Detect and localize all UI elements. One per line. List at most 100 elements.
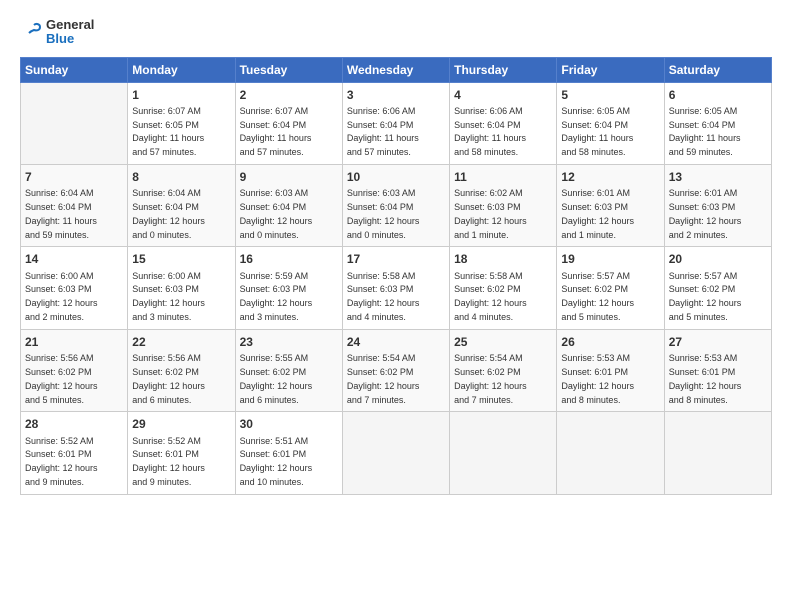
day-info-line: Daylight: 12 hours xyxy=(561,298,634,308)
day-info-line: Sunrise: 5:52 AM xyxy=(132,436,201,446)
day-info-line: Daylight: 12 hours xyxy=(240,298,313,308)
calendar-cell: 23Sunrise: 5:55 AMSunset: 6:02 PMDayligh… xyxy=(235,329,342,411)
day-info-line: Sunset: 6:04 PM xyxy=(25,202,92,212)
day-info-line: and 9 minutes. xyxy=(132,477,191,487)
day-info-line: Sunset: 6:04 PM xyxy=(132,202,199,212)
day-info-line: Sunset: 6:01 PM xyxy=(240,449,307,459)
calendar-cell xyxy=(342,412,449,494)
day-info-line: Sunset: 6:02 PM xyxy=(454,367,521,377)
day-info-line: and 0 minutes. xyxy=(132,230,191,240)
day-info-line: Sunrise: 5:55 AM xyxy=(240,353,309,363)
day-number: 20 xyxy=(669,251,767,267)
day-info-line: Sunrise: 5:57 AM xyxy=(561,271,630,281)
day-info-line: Sunrise: 6:00 AM xyxy=(132,271,201,281)
day-info-line: Sunrise: 6:07 AM xyxy=(240,106,309,116)
calendar-cell: 5Sunrise: 6:05 AMSunset: 6:04 PMDaylight… xyxy=(557,82,664,164)
calendar-cell: 30Sunrise: 5:51 AMSunset: 6:01 PMDayligh… xyxy=(235,412,342,494)
day-info-line: Sunrise: 5:52 AM xyxy=(25,436,94,446)
day-info-line: Sunrise: 5:54 AM xyxy=(454,353,523,363)
day-number: 24 xyxy=(347,334,445,350)
calendar-table: SundayMondayTuesdayWednesdayThursdayFrid… xyxy=(20,57,772,495)
day-number: 26 xyxy=(561,334,659,350)
logo-general-text: General xyxy=(46,18,94,32)
day-info-line: and 8 minutes. xyxy=(669,395,728,405)
day-info-line: Sunset: 6:01 PM xyxy=(669,367,736,377)
calendar-cell: 3Sunrise: 6:06 AMSunset: 6:04 PMDaylight… xyxy=(342,82,449,164)
calendar-cell: 2Sunrise: 6:07 AMSunset: 6:04 PMDaylight… xyxy=(235,82,342,164)
day-info-line: and 59 minutes. xyxy=(669,147,733,157)
day-info-line: Daylight: 12 hours xyxy=(347,381,420,391)
day-info-line: Sunrise: 6:06 AM xyxy=(347,106,416,116)
day-info-line: and 9 minutes. xyxy=(25,477,84,487)
calendar-cell: 16Sunrise: 5:59 AMSunset: 6:03 PMDayligh… xyxy=(235,247,342,329)
day-info-line: and 7 minutes. xyxy=(347,395,406,405)
day-number: 29 xyxy=(132,416,230,432)
calendar-week-5: 28 Sunrise: 5:52 AM Sunset: 6:01 PM Dayligh… xyxy=(21,412,772,494)
day-info-line: Daylight: 12 hours xyxy=(25,381,98,391)
calendar-cell: 8Sunrise: 6:04 AMSunset: 6:04 PMDaylight… xyxy=(128,165,235,247)
day-info-line: Sunset: 6:02 PM xyxy=(347,367,414,377)
day-info-line: and 3 minutes. xyxy=(132,312,191,322)
day-info-line: Daylight: 12 hours xyxy=(240,463,313,473)
calendar-cell: 13Sunrise: 6:01 AMSunset: 6:03 PMDayligh… xyxy=(664,165,771,247)
calendar-cell xyxy=(557,412,664,494)
day-info-line: Daylight: 12 hours xyxy=(132,216,205,226)
day-info-line: Sunset: 6:02 PM xyxy=(132,367,199,377)
day-info-line: Sunrise: 5:57 AM xyxy=(669,271,738,281)
day-info-line: and 1 minute. xyxy=(454,230,509,240)
day-info-line: Sunrise: 5:58 AM xyxy=(454,271,523,281)
day-info-line: Daylight: 11 hours xyxy=(240,133,312,143)
day-number: 8 xyxy=(132,169,230,185)
calendar-cell: 9Sunrise: 6:03 AMSunset: 6:04 PMDaylight… xyxy=(235,165,342,247)
calendar-cell: 15Sunrise: 6:00 AMSunset: 6:03 PMDayligh… xyxy=(128,247,235,329)
day-info-line: Daylight: 11 hours xyxy=(347,133,419,143)
logo: General Blue xyxy=(20,18,94,47)
day-info-line: Sunrise: 5:56 AM xyxy=(132,353,201,363)
day-number: 16 xyxy=(240,251,338,267)
day-header-wednesday: Wednesday xyxy=(342,57,449,82)
calendar-cell: 6Sunrise: 6:05 AMSunset: 6:04 PMDaylight… xyxy=(664,82,771,164)
day-number: 22 xyxy=(132,334,230,350)
day-number: 6 xyxy=(669,87,767,103)
calendar-cell: 18Sunrise: 5:58 AMSunset: 6:02 PMDayligh… xyxy=(450,247,557,329)
day-number: 14 xyxy=(25,251,123,267)
day-info-line: Sunrise: 6:01 AM xyxy=(669,188,738,198)
calendar-cell: 11Sunrise: 6:02 AMSunset: 6:03 PMDayligh… xyxy=(450,165,557,247)
day-info-line: Sunrise: 5:53 AM xyxy=(561,353,630,363)
page: General Blue SundayMondayTuesdayWednesda… xyxy=(0,0,792,612)
day-info-line: and 3 minutes. xyxy=(240,312,299,322)
header: General Blue xyxy=(20,18,772,47)
day-number: 28 xyxy=(25,416,123,432)
calendar-cell: 25Sunrise: 5:54 AMSunset: 6:02 PMDayligh… xyxy=(450,329,557,411)
day-info-line: Daylight: 12 hours xyxy=(454,216,527,226)
day-info-line: and 0 minutes. xyxy=(347,230,406,240)
day-info-line: Sunset: 6:02 PM xyxy=(240,367,307,377)
day-info-line: Sunset: 6:04 PM xyxy=(669,120,736,130)
day-number: 18 xyxy=(454,251,552,267)
calendar-cell: 17Sunrise: 5:58 AMSunset: 6:03 PMDayligh… xyxy=(342,247,449,329)
day-info-line: Sunrise: 6:01 AM xyxy=(561,188,630,198)
day-header-friday: Friday xyxy=(557,57,664,82)
day-number: 12 xyxy=(561,169,659,185)
day-info-line: Sunrise: 6:02 AM xyxy=(454,188,523,198)
day-number: 15 xyxy=(132,251,230,267)
day-info-line: Sunset: 6:02 PM xyxy=(561,284,628,294)
day-info-line: and 57 minutes. xyxy=(240,147,304,157)
calendar-cell: 27Sunrise: 5:53 AMSunset: 6:01 PMDayligh… xyxy=(664,329,771,411)
day-info-line: Daylight: 12 hours xyxy=(25,298,98,308)
day-info-line: Sunset: 6:01 PM xyxy=(561,367,628,377)
day-info-line: Sunrise: 6:00 AM xyxy=(25,271,94,281)
day-info-line: Sunset: 6:03 PM xyxy=(25,284,92,294)
day-number: 17 xyxy=(347,251,445,267)
day-info-line: Sunrise: 6:05 AM xyxy=(561,106,630,116)
calendar-cell: 29Sunrise: 5:52 AMSunset: 6:01 PMDayligh… xyxy=(128,412,235,494)
logo-bird-icon xyxy=(20,21,42,43)
calendar-cell xyxy=(664,412,771,494)
calendar-cell: 10Sunrise: 6:03 AMSunset: 6:04 PMDayligh… xyxy=(342,165,449,247)
calendar-week-1: 1Sunrise: 6:07 AMSunset: 6:05 PMDaylight… xyxy=(21,82,772,164)
day-number: 19 xyxy=(561,251,659,267)
day-info-line: Daylight: 12 hours xyxy=(561,216,634,226)
calendar-week-3: 14 Sunrise: 6:00 AM Sunset: 6:03 PM Dayligh… xyxy=(21,247,772,329)
calendar-cell xyxy=(21,82,128,164)
day-info-line: Daylight: 12 hours xyxy=(561,381,634,391)
